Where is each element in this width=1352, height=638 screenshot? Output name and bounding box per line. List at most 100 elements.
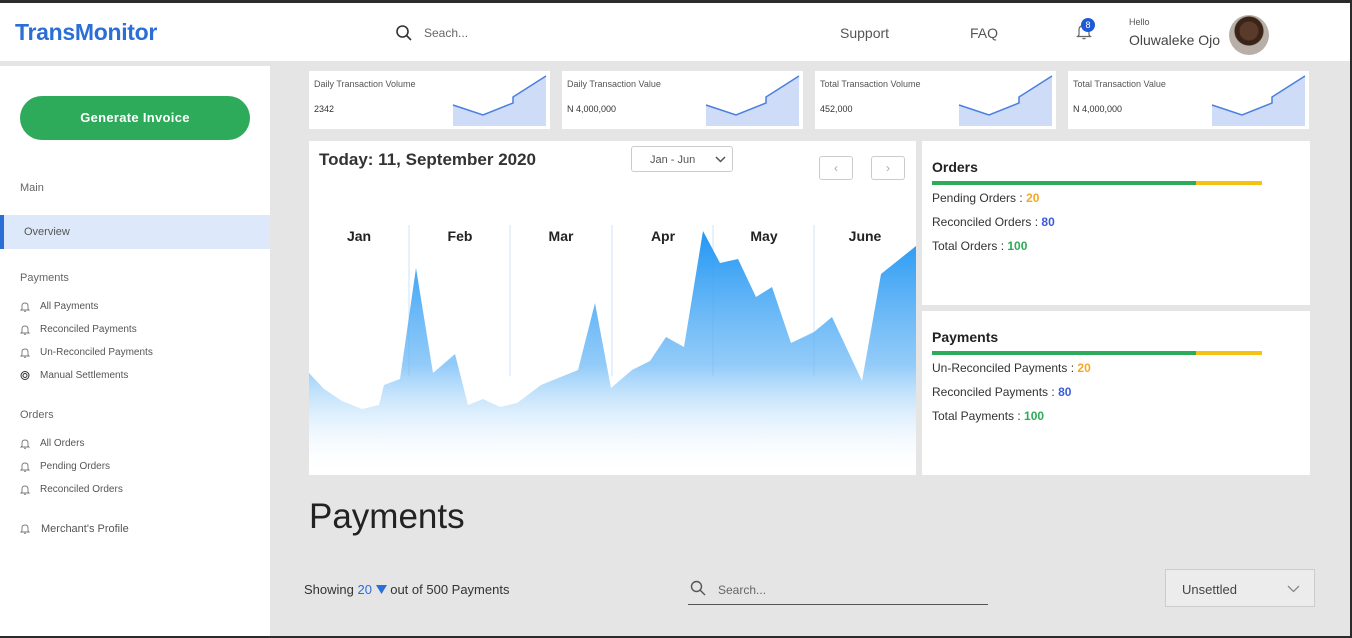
app-logo[interactable]: TransMonitor [15,19,157,46]
sparkline-chart [958,75,1053,126]
target-icon [20,371,30,380]
month-label: Mar [548,228,574,244]
orders-summary-panel: Orders Pending Orders : 20 Reconciled Or… [922,141,1310,305]
stat-card-value: 2342 [314,104,335,114]
search-icon [690,580,706,596]
stat-card-title: Total Transaction Value [1073,79,1166,89]
payments-panel-title: Payments [932,329,999,345]
search-icon [396,25,412,41]
sidebar-section-payments: Payments [20,272,69,284]
orders-pending-segment [1196,181,1262,185]
total-payments-value: 100 [1024,409,1045,423]
month-label: Feb [447,228,473,244]
page-size-select[interactable]: 20 [358,582,372,597]
sparkline-chart [705,75,800,126]
user-avatar[interactable] [1229,15,1269,55]
payments-summary-panel: Payments Un-Reconciled Payments : 20 Rec… [922,311,1310,475]
sidebar-section-main: Main [20,182,44,194]
nav-support-link[interactable]: Support [840,25,889,41]
payments-unreconciled-segment [1196,351,1262,355]
stat-card-total-volume: Total Transaction Volume 452,000 [815,71,1056,129]
unreconciled-payments-value: 20 [1077,361,1091,375]
showing-suffix: out of 500 Payments [390,582,510,597]
sidebar-item-label: All Orders [40,438,85,449]
bell-icon [20,485,30,495]
bell-icon [20,462,30,472]
reconciled-payments-value: 80 [1058,385,1072,399]
sparkline-chart [1211,75,1306,126]
sidebar-section-orders: Orders [20,409,54,421]
date-range-value: Jan - Jun [650,154,696,166]
sparkline-chart [452,75,547,126]
sidebar-item-label: Pending Orders [40,461,111,472]
stat-card-title: Daily Transaction Volume [314,79,416,89]
reconciled-payments-label: Reconciled Payments : [932,385,1059,399]
stat-card-value: N 4,000,000 [567,104,617,114]
stat-card-total-value: Total Transaction Value N 4,000,000 [1068,71,1309,129]
stat-card-title: Total Transaction Volume [820,79,921,89]
bell-icon [20,439,30,449]
prev-period-button[interactable]: ‹ [819,156,853,180]
payments-progress-bar [932,351,1262,355]
nav-faq-link[interactable]: FAQ [970,25,998,41]
month-label: May [750,228,778,244]
pending-orders-label: Pending Orders : [932,191,1027,205]
sidebar-item-label: Merchant's Profile [41,523,129,535]
overview-area-chart [309,225,916,475]
bell-icon [20,348,30,358]
stat-card-value: N 4,000,000 [1073,104,1123,114]
stat-card-daily-value: Daily Transaction Value N 4,000,000 [562,71,803,129]
stat-card-value: 452,000 [820,104,853,114]
chevron-down-icon [715,156,726,163]
total-payments-label: Total Payments : [932,409,1025,423]
sidebar-item-label: Reconciled Orders [40,484,123,495]
sidebar-item-label: Manual Settlements [40,370,129,381]
showing-count-control: Showing 20 out of 500 Payments [304,582,509,597]
month-label: June [848,228,882,244]
reconciled-orders-value: 80 [1041,215,1055,229]
pending-orders-row: Pending Orders : 20 [932,191,1039,205]
total-payments-row: Total Payments : 100 [932,409,1044,423]
orders-panel-title: Orders [932,159,978,175]
unreconciled-payments-label: Un-Reconciled Payments : [932,361,1078,375]
pending-orders-value: 20 [1026,191,1040,205]
chevron-down-icon [1287,585,1300,593]
orders-progress-bar [932,181,1262,185]
month-label: Apr [650,228,676,244]
greeting-text: Hello [1129,17,1150,27]
total-orders-value: 100 [1007,239,1028,253]
sidebar-item-label: Un-Reconciled Payments [40,347,153,358]
total-orders-label: Total Orders : [932,239,1008,253]
sidebar-item-label: All Payments [40,301,99,312]
stat-card-daily-volume: Daily Transaction Volume 2342 [309,71,550,129]
total-orders-row: Total Orders : 100 [932,239,1027,253]
month-label: Jan [346,228,372,244]
overview-chart-panel: Today: 11, September 2020 Jan - Jun ‹ › … [309,141,916,475]
caret-down-icon[interactable] [375,585,387,594]
payment-status-select[interactable]: Unsettled [1165,569,1315,607]
payments-search-input[interactable] [688,576,988,605]
bell-icon [20,524,30,534]
generate-invoice-button[interactable]: Generate Invoice [20,96,250,140]
showing-prefix: Showing [304,582,354,597]
stat-card-title: Daily Transaction Value [567,79,661,89]
sidebar: Generate Invoice Main Overview Payments … [0,66,270,636]
unreconciled-payments-row: Un-Reconciled Payments : 20 [932,361,1091,375]
top-header: TransMonitor Support FAQ 8 Hello Oluwale… [0,3,1350,61]
notification-count-badge: 8 [1081,18,1095,32]
bell-icon [20,325,30,335]
bell-icon [20,302,30,312]
chart-date-title: Today: 11, September 2020 [319,150,537,169]
sidebar-item-label: Reconciled Payments [40,324,137,335]
user-name[interactable]: Oluwaleke Ojo [1129,32,1220,48]
reconciled-payments-row: Reconciled Payments : 80 [932,385,1071,399]
next-period-button[interactable]: › [871,156,905,180]
sidebar-item-overview[interactable]: Overview [0,215,270,249]
header-search-input[interactable] [422,23,626,43]
reconciled-orders-row: Reconciled Orders : 80 [932,215,1055,229]
reconciled-orders-label: Reconciled Orders : [932,215,1042,229]
date-range-select[interactable]: Jan - Jun [631,146,733,172]
payment-status-value: Unsettled [1182,582,1237,597]
payments-section-title: Payments [309,497,465,536]
sidebar-item-label: Overview [24,226,70,238]
